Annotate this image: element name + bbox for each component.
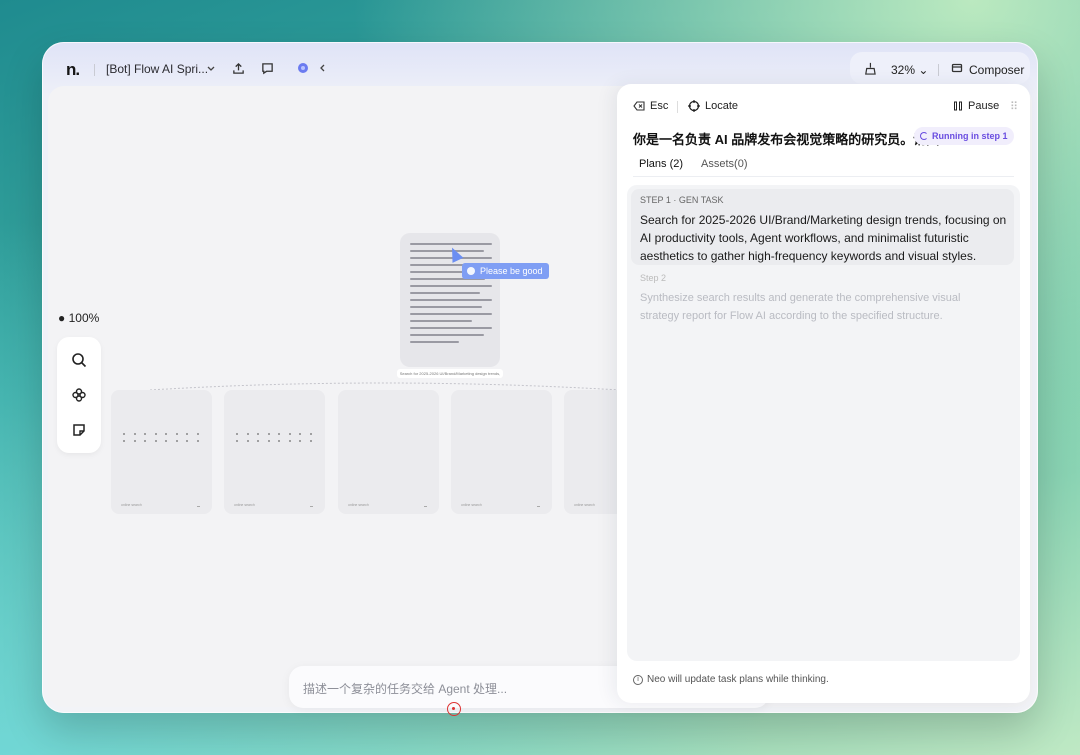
step-text: Synthesize search results and generate t… (640, 292, 961, 322)
divider (938, 64, 939, 76)
flower-icon[interactable] (69, 385, 89, 405)
info-icon: i (633, 674, 643, 685)
app-logo[interactable]: n. (66, 60, 80, 80)
status-badge: Running in step 1 (914, 127, 1014, 145)
panel-tabs: Plans (2) Assets(0) (633, 158, 754, 177)
node-caption: Search for 2025-2026 UI/Brand/Marketing … (397, 369, 503, 378)
gamepad-icon: ● (58, 311, 66, 325)
esc-button[interactable]: Esc (633, 100, 668, 112)
step-label: Step 2 (640, 273, 667, 283)
locate-button[interactable]: Locate (688, 100, 738, 112)
chevron-down-icon[interactable] (202, 59, 220, 77)
note-icon[interactable] (69, 420, 89, 440)
tab-plans[interactable]: Plans (2) (633, 158, 690, 177)
child-node-card[interactable]: online search (111, 390, 212, 514)
step-text: Search for 2025-2026 UI/Brand/Marketing … (640, 213, 1007, 263)
broom-icon[interactable] (860, 59, 878, 77)
child-node-card[interactable]: online search (564, 390, 624, 514)
share-icon[interactable] (229, 59, 247, 77)
tab-assets[interactable]: Assets(0) (695, 158, 753, 177)
search-icon[interactable] (69, 350, 89, 370)
drag-handle-icon[interactable]: ⠿ (1010, 100, 1018, 113)
composer-button[interactable]: Composer (969, 63, 1024, 77)
agent-avatar-icon[interactable] (294, 59, 312, 77)
child-node-card[interactable]: online search (338, 390, 439, 514)
task-panel: Esc Locate Pause ⠿ 你是一名负责 AI 品牌发布会视觉策略的研… (617, 84, 1030, 703)
tabs-divider (633, 176, 1014, 177)
step-label: STEP 1 · GEN TASK (640, 195, 724, 205)
pause-icon (954, 101, 962, 111)
divider (677, 101, 678, 113)
prompt-placeholder: 描述一个复杂的任务交给 Agent 处理... (303, 682, 508, 696)
backspace-icon (633, 101, 645, 111)
info-note: i Neo will update task plans while think… (633, 674, 829, 685)
child-node-card[interactable]: online search (451, 390, 552, 514)
composer-icon[interactable] (948, 59, 966, 77)
plan-step-1[interactable]: STEP 1 · GEN TASK Search for 2025-2026 U… (631, 189, 1014, 265)
chevron-left-icon[interactable] (314, 59, 332, 77)
project-title[interactable]: [Bot] Flow AI Spri... (106, 62, 208, 76)
collaborator-tag: Please be good (462, 263, 549, 279)
comment-icon[interactable] (258, 59, 276, 77)
canvas-toolbox (57, 337, 101, 453)
pause-button[interactable]: Pause (953, 100, 999, 112)
zoom-select[interactable]: 32% ⌄ (891, 63, 928, 77)
plans-list: STEP 1 · GEN TASK Search for 2025-2026 U… (627, 185, 1020, 661)
crosshair-icon (688, 100, 700, 112)
divider (94, 64, 95, 76)
record-icon[interactable] (447, 702, 461, 716)
task-title: 你是一名负责 AI 品牌发布会视觉策略的研究员。请围... (633, 132, 951, 147)
child-node-card[interactable]: online search (224, 390, 325, 514)
canvas-zoom-indicator[interactable]: ● 100% (58, 311, 99, 325)
